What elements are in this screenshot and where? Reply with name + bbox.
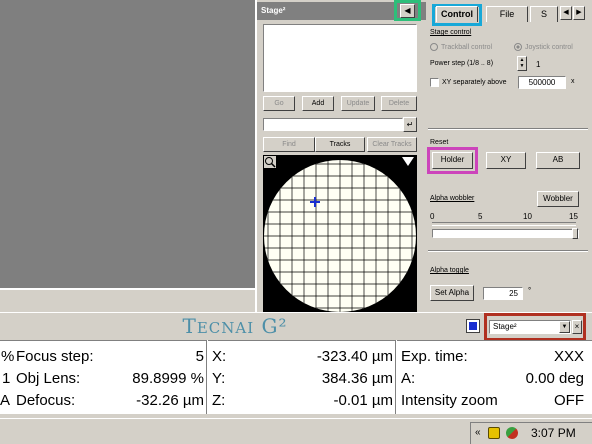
tray-network-icon[interactable] [506,427,518,439]
left-panel-strip [0,288,255,312]
joystick-radio[interactable]: Joystick control [514,43,573,51]
power-step-value: 1 [536,60,541,69]
stage-window: Stage² ◀ Go Add Update Delete ↵ Find Tra… [255,0,428,312]
clear-tracks-button[interactable]: Clear Tracks [367,137,417,152]
power-step-label: Power step (1/8 .. 8) [430,60,494,67]
alpha-value-input[interactable]: 25 [483,287,523,300]
update-button[interactable]: Update [341,96,375,111]
alpha-label: A: [401,370,416,387]
chevron-down-icon[interactable]: ▼ [559,321,570,333]
trackball-label: Trackball control [441,43,493,51]
column-divider [395,340,397,414]
slider-tick-10: 10 [523,212,532,221]
slider-tick-0: 0 [430,212,435,221]
exp-time-label: Exp. time: [401,348,468,365]
panel-selector-dropdown[interactable]: Stage² ▼ [489,320,571,334]
stage-name-input[interactable] [263,118,403,131]
tray-clock[interactable]: 3:07 PM [531,423,576,443]
go-button[interactable]: Go [263,96,295,111]
reset-ab-button[interactable]: AB [536,152,580,169]
tab-s[interactable]: S [530,6,558,22]
workspace-background [0,0,255,288]
joystick-label: Joystick control [525,43,573,51]
stage-y-value: 384.36 µm [321,370,393,387]
tab-scroll-right-icon[interactable]: ▶ [573,6,585,20]
radio-icon [430,43,438,51]
enter-icon[interactable]: ↵ [403,117,417,132]
radio-selected-icon [514,43,522,51]
find-button[interactable]: Find [263,137,315,152]
readout-prefix: 1 [2,370,11,387]
alpha-wobbler-heading: Alpha wobbler [430,195,475,202]
xy-separately-label: XY separately above [442,79,507,86]
xy-separately-checkbox[interactable] [430,78,439,87]
wobbler-button[interactable]: Wobbler [537,191,579,207]
tray-eye-icon[interactable] [488,427,500,439]
readout-panel: % Focus step: 5 1 Obj Lens: 89.8999 % A … [0,340,592,414]
stage-y-label: Y: [212,370,226,387]
trackball-radio[interactable]: Trackball control [430,43,492,51]
tray-expand-icon[interactable]: « [475,423,481,443]
defocus-label: Defocus: [16,392,76,409]
stage-position-list[interactable] [263,24,417,92]
stage-x-value: -323.40 µm [316,348,393,365]
tecnai-logo: TECNAI G² [182,314,288,338]
readout-prefix: A [0,392,11,409]
alpha-toggle-heading: Alpha toggle [430,267,469,274]
slider-tick-5: 5 [478,212,483,221]
stage-z-label: Z: [212,392,226,409]
slider-ticks-track [432,222,576,226]
obj-lens-value: 89.8999 % [132,370,204,387]
alpha-wobbler-slider[interactable] [432,228,579,239]
divider [428,250,588,252]
stage-x-label: X: [212,348,227,365]
xy-unit: x [571,78,575,85]
reset-heading: Reset [430,139,449,146]
exp-time-value: XXX [553,348,584,365]
alpha-unit: ° [528,286,532,295]
add-button[interactable]: Add [302,96,334,111]
stage-position-map[interactable] [263,155,417,312]
set-alpha-button[interactable]: Set Alpha [430,285,474,301]
column-divider [206,340,208,414]
tab-file[interactable]: File [486,6,528,22]
system-tray: « 3:07 PM [470,422,592,444]
focus-step-value: 5 [195,348,204,365]
xy-threshold-input[interactable]: 500000 [518,76,566,89]
stage-control-heading: Stage control [430,29,472,36]
tab-control[interactable]: Control [436,6,478,22]
focus-step-label: Focus step: [16,348,94,365]
reset-xy-button[interactable]: XY [486,152,526,169]
slider-tick-15: 15 [569,212,578,221]
stage-z-value: -0.01 µm [333,392,394,409]
intensity-zoom-value: OFF [554,392,584,409]
tracks-button[interactable]: Tracks [315,137,365,152]
power-step-spinner[interactable]: ▲ ▼ [517,56,527,71]
control-panel: Control File S ◀ ▶ Stage control Trackba… [426,0,592,312]
collapse-highlight: ◀ [394,0,421,21]
obj-lens-label: Obj Lens: [16,370,81,387]
alpha-value: 0.00 deg [525,370,584,387]
delete-button[interactable]: Delete [381,96,417,111]
readout-prefix: % [1,348,15,365]
panel-selector-value: Stage² [493,322,517,331]
slider-thumb[interactable] [572,228,578,239]
reset-holder-button[interactable]: Holder [432,152,473,169]
defocus-value: -32.26 µm [136,392,204,409]
tab-scroll-left-icon[interactable]: ◀ [560,6,572,20]
collapse-arrow-icon[interactable]: ◀ [400,4,415,18]
intensity-zoom-label: Intensity zoom [401,392,498,409]
color-swatch[interactable] [466,319,480,333]
divider [428,128,588,130]
close-icon[interactable]: × [572,320,582,334]
